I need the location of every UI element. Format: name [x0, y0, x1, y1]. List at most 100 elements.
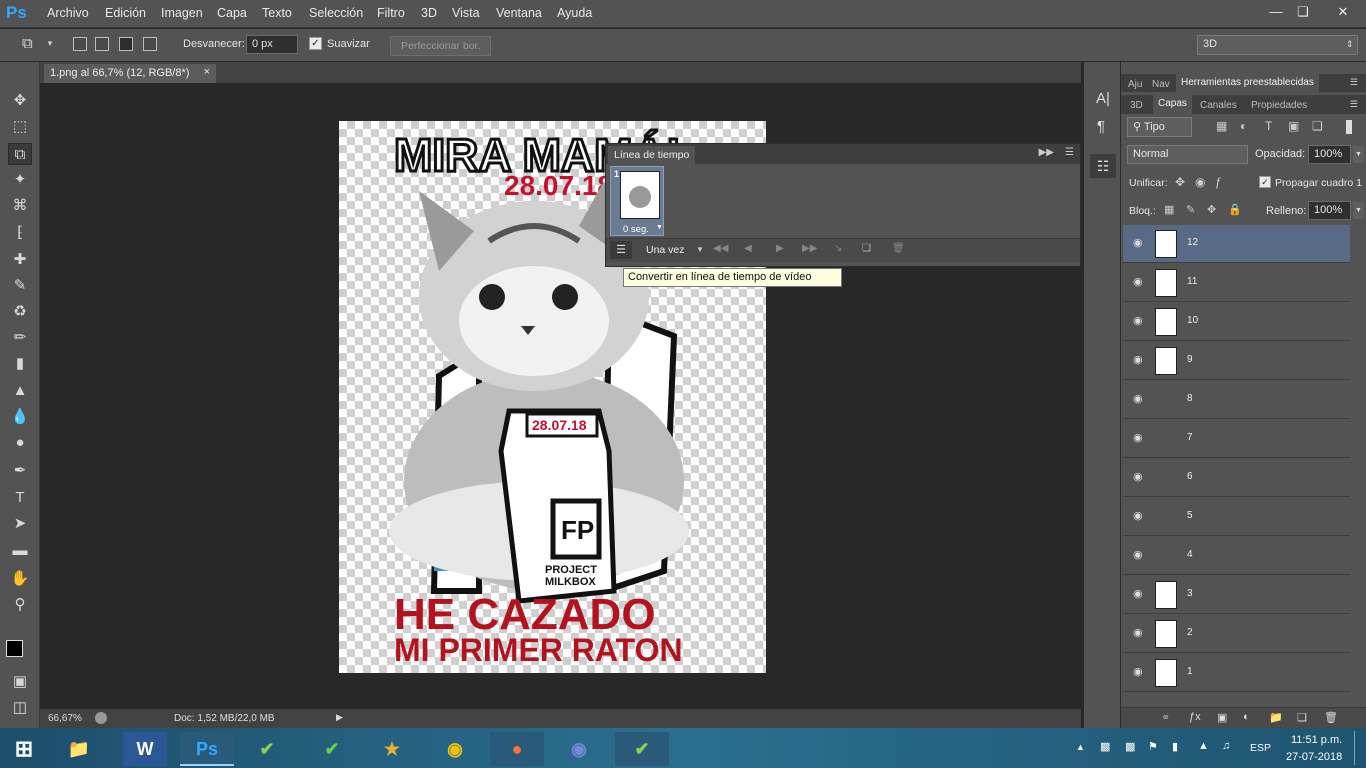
eye-icon[interactable]: ◉ [1133, 626, 1143, 639]
eye-icon[interactable]: ◉ [1133, 392, 1143, 405]
minimize-icon[interactable]: — [1263, 2, 1289, 22]
character-panel-icon[interactable]: A| [1096, 90, 1110, 107]
file-explorer-icon[interactable]: 📁 [57, 732, 101, 766]
layer-row[interactable]: ◉ 12 [1123, 225, 1350, 263]
link-layers-icon[interactable]: ⚭ [1161, 711, 1170, 724]
dodge-tool-icon[interactable]: ● [8, 432, 32, 454]
layer-row[interactable]: ◉ 9 [1123, 342, 1350, 380]
menu-ayuda[interactable]: Ayuda [557, 6, 592, 20]
tab-channels[interactable]: Canales [1195, 97, 1242, 114]
layer-row[interactable]: ◉ 2 [1123, 615, 1350, 653]
prev-frame-icon[interactable]: ◀ [744, 243, 752, 254]
unify-style-icon[interactable]: ƒ [1215, 175, 1222, 189]
next-frame-icon[interactable]: ▶▶ [802, 243, 817, 254]
eye-icon[interactable]: ◉ [1133, 548, 1143, 561]
menu-archivo[interactable]: Archivo [47, 6, 89, 20]
layer-row[interactable]: ◉ 10 [1123, 303, 1350, 341]
eye-icon[interactable]: ◉ [1133, 236, 1143, 249]
blend-mode-select[interactable]: Normal [1127, 145, 1248, 164]
healing-brush-icon[interactable]: ✚ [8, 249, 32, 271]
eye-icon[interactable]: ◉ [1133, 470, 1143, 483]
filter-smart-object-icon[interactable]: ❏ [1312, 119, 1323, 133]
tray-app-icon[interactable]: ▩ [1125, 740, 1135, 753]
start-icon[interactable]: ⊞ [2, 732, 46, 766]
tween-icon[interactable]: ↘ [834, 243, 842, 254]
tab-layers[interactable]: Capas [1153, 95, 1192, 114]
rectangle-tool-icon[interactable]: ▬ [8, 540, 32, 562]
menu-ventana[interactable]: Ventana [496, 6, 542, 20]
tab-adjustments[interactable]: Aju [1123, 76, 1147, 93]
filter-type-icon[interactable]: T [1265, 119, 1272, 133]
fill-chevron-icon[interactable]: ▼ [1353, 202, 1364, 219]
filter-image-icon[interactable]: ▦ [1216, 119, 1227, 133]
zoom-level[interactable]: 66,67% [48, 713, 82, 724]
word-icon[interactable]: W [123, 732, 167, 766]
fill-input[interactable]: 100% [1308, 201, 1351, 220]
menu-filtro[interactable]: Filtro [377, 6, 405, 20]
app-icon-green-2[interactable]: ✔ [310, 732, 354, 766]
lock-all-icon[interactable]: 🔒 [1228, 203, 1242, 216]
polygonal-lasso-icon[interactable]: ⧉ [22, 35, 33, 52]
layer-row[interactable]: ◉ 1 [1123, 654, 1350, 692]
lock-transparency-icon[interactable]: ▦ [1164, 203, 1174, 216]
eye-icon[interactable]: ◉ [1133, 509, 1143, 522]
new-layer-icon[interactable]: ❏ [1297, 711, 1307, 724]
menu-seleccion[interactable]: Selección [309, 6, 363, 20]
unify-visibility-icon[interactable]: ◉ [1195, 175, 1205, 189]
path-selection-icon[interactable]: ➤ [8, 513, 32, 535]
firefox-icon[interactable]: ● [490, 732, 544, 766]
opacity-input[interactable]: 100% [1308, 145, 1351, 164]
pen-tool-icon[interactable]: ✒ [8, 460, 32, 482]
status-menu-arrow-icon[interactable]: ▶ [336, 712, 343, 723]
play-icon[interactable]: ▶ [776, 243, 784, 254]
tool-preset-chevron-icon[interactable]: ▼ [46, 39, 54, 48]
loop-select[interactable]: Una vez [646, 244, 685, 256]
paragraph-panel-icon[interactable]: ¶ [1097, 118, 1105, 135]
lock-position-icon[interactable]: ✥ [1207, 203, 1216, 216]
eye-icon[interactable]: ◉ [1133, 314, 1143, 327]
workspace-select[interactable]: 3D [1197, 35, 1358, 55]
menu-imagen[interactable]: Imagen [161, 6, 203, 20]
tab-tool-presets[interactable]: Herramientas preestablecidas [1176, 74, 1319, 92]
filter-toggle[interactable] [1346, 120, 1352, 134]
tray-chevron-icon[interactable]: ▲ [1076, 742, 1085, 752]
refine-edge-button[interactable]: Perfeccionar bor. [390, 36, 492, 56]
type-tool-icon[interactable]: T [8, 487, 32, 509]
quick-mask-icon[interactable]: ▣ [8, 671, 32, 693]
restore-icon[interactable]: ❏ [1290, 2, 1316, 22]
first-frame-icon[interactable]: ◀◀ [713, 243, 728, 254]
menu-edicion[interactable]: Edición [105, 6, 146, 20]
history-brush-icon[interactable]: ✏ [8, 327, 32, 349]
layer-row[interactable]: ◉ 5 [1123, 498, 1350, 536]
convert-timeline-icon[interactable]: ☰ [610, 241, 632, 259]
layer-row[interactable]: ◉ 6 [1123, 459, 1350, 497]
feather-input[interactable]: 0 px [246, 35, 298, 54]
app-icon-green-1[interactable]: ✔ [245, 732, 289, 766]
adjustment-layer-icon[interactable]: ◐ [1243, 711, 1250, 723]
paint-bucket-icon[interactable]: ▲ [8, 380, 32, 402]
eye-icon[interactable]: ◉ [1133, 665, 1143, 678]
screen-mode-icon[interactable]: ◫ [8, 697, 32, 719]
marquee-tool-icon[interactable]: ⬚ [8, 116, 32, 138]
delete-frame-icon[interactable]: 🗑 [892, 243, 905, 254]
app-logo[interactable]: Ps [6, 3, 27, 23]
tray-language[interactable]: ESP [1250, 742, 1271, 754]
menu-3d[interactable]: 3D [421, 6, 437, 20]
show-desktop-button[interactable] [1354, 731, 1364, 765]
tab-properties[interactable]: Propiedades [1246, 97, 1312, 114]
foreground-color-swatch[interactable] [6, 640, 23, 657]
eye-icon[interactable]: ◉ [1133, 353, 1143, 366]
brush-tool-icon[interactable]: ✎ [8, 275, 32, 297]
eraser-icon[interactable]: ▮ [8, 353, 32, 375]
close-tab-icon[interactable]: × [204, 66, 210, 78]
eye-icon[interactable]: ◉ [1133, 275, 1143, 288]
close-icon[interactable]: ✕ [1330, 2, 1356, 22]
zoom-tool-icon[interactable]: ⚲ [8, 594, 32, 616]
collapse-icon[interactable]: ▶▶ [1039, 147, 1054, 158]
tray-battery-icon[interactable]: ▮ [1172, 740, 1178, 753]
filter-kind-select[interactable]: ⚲ Tipo [1127, 117, 1192, 137]
tray-network-icon[interactable]: ▩ [1100, 740, 1110, 753]
crop-tool-icon[interactable]: ⌘ [8, 195, 32, 217]
menu-vista[interactable]: Vista [452, 6, 480, 20]
tab-3d[interactable]: 3D [1125, 97, 1148, 114]
